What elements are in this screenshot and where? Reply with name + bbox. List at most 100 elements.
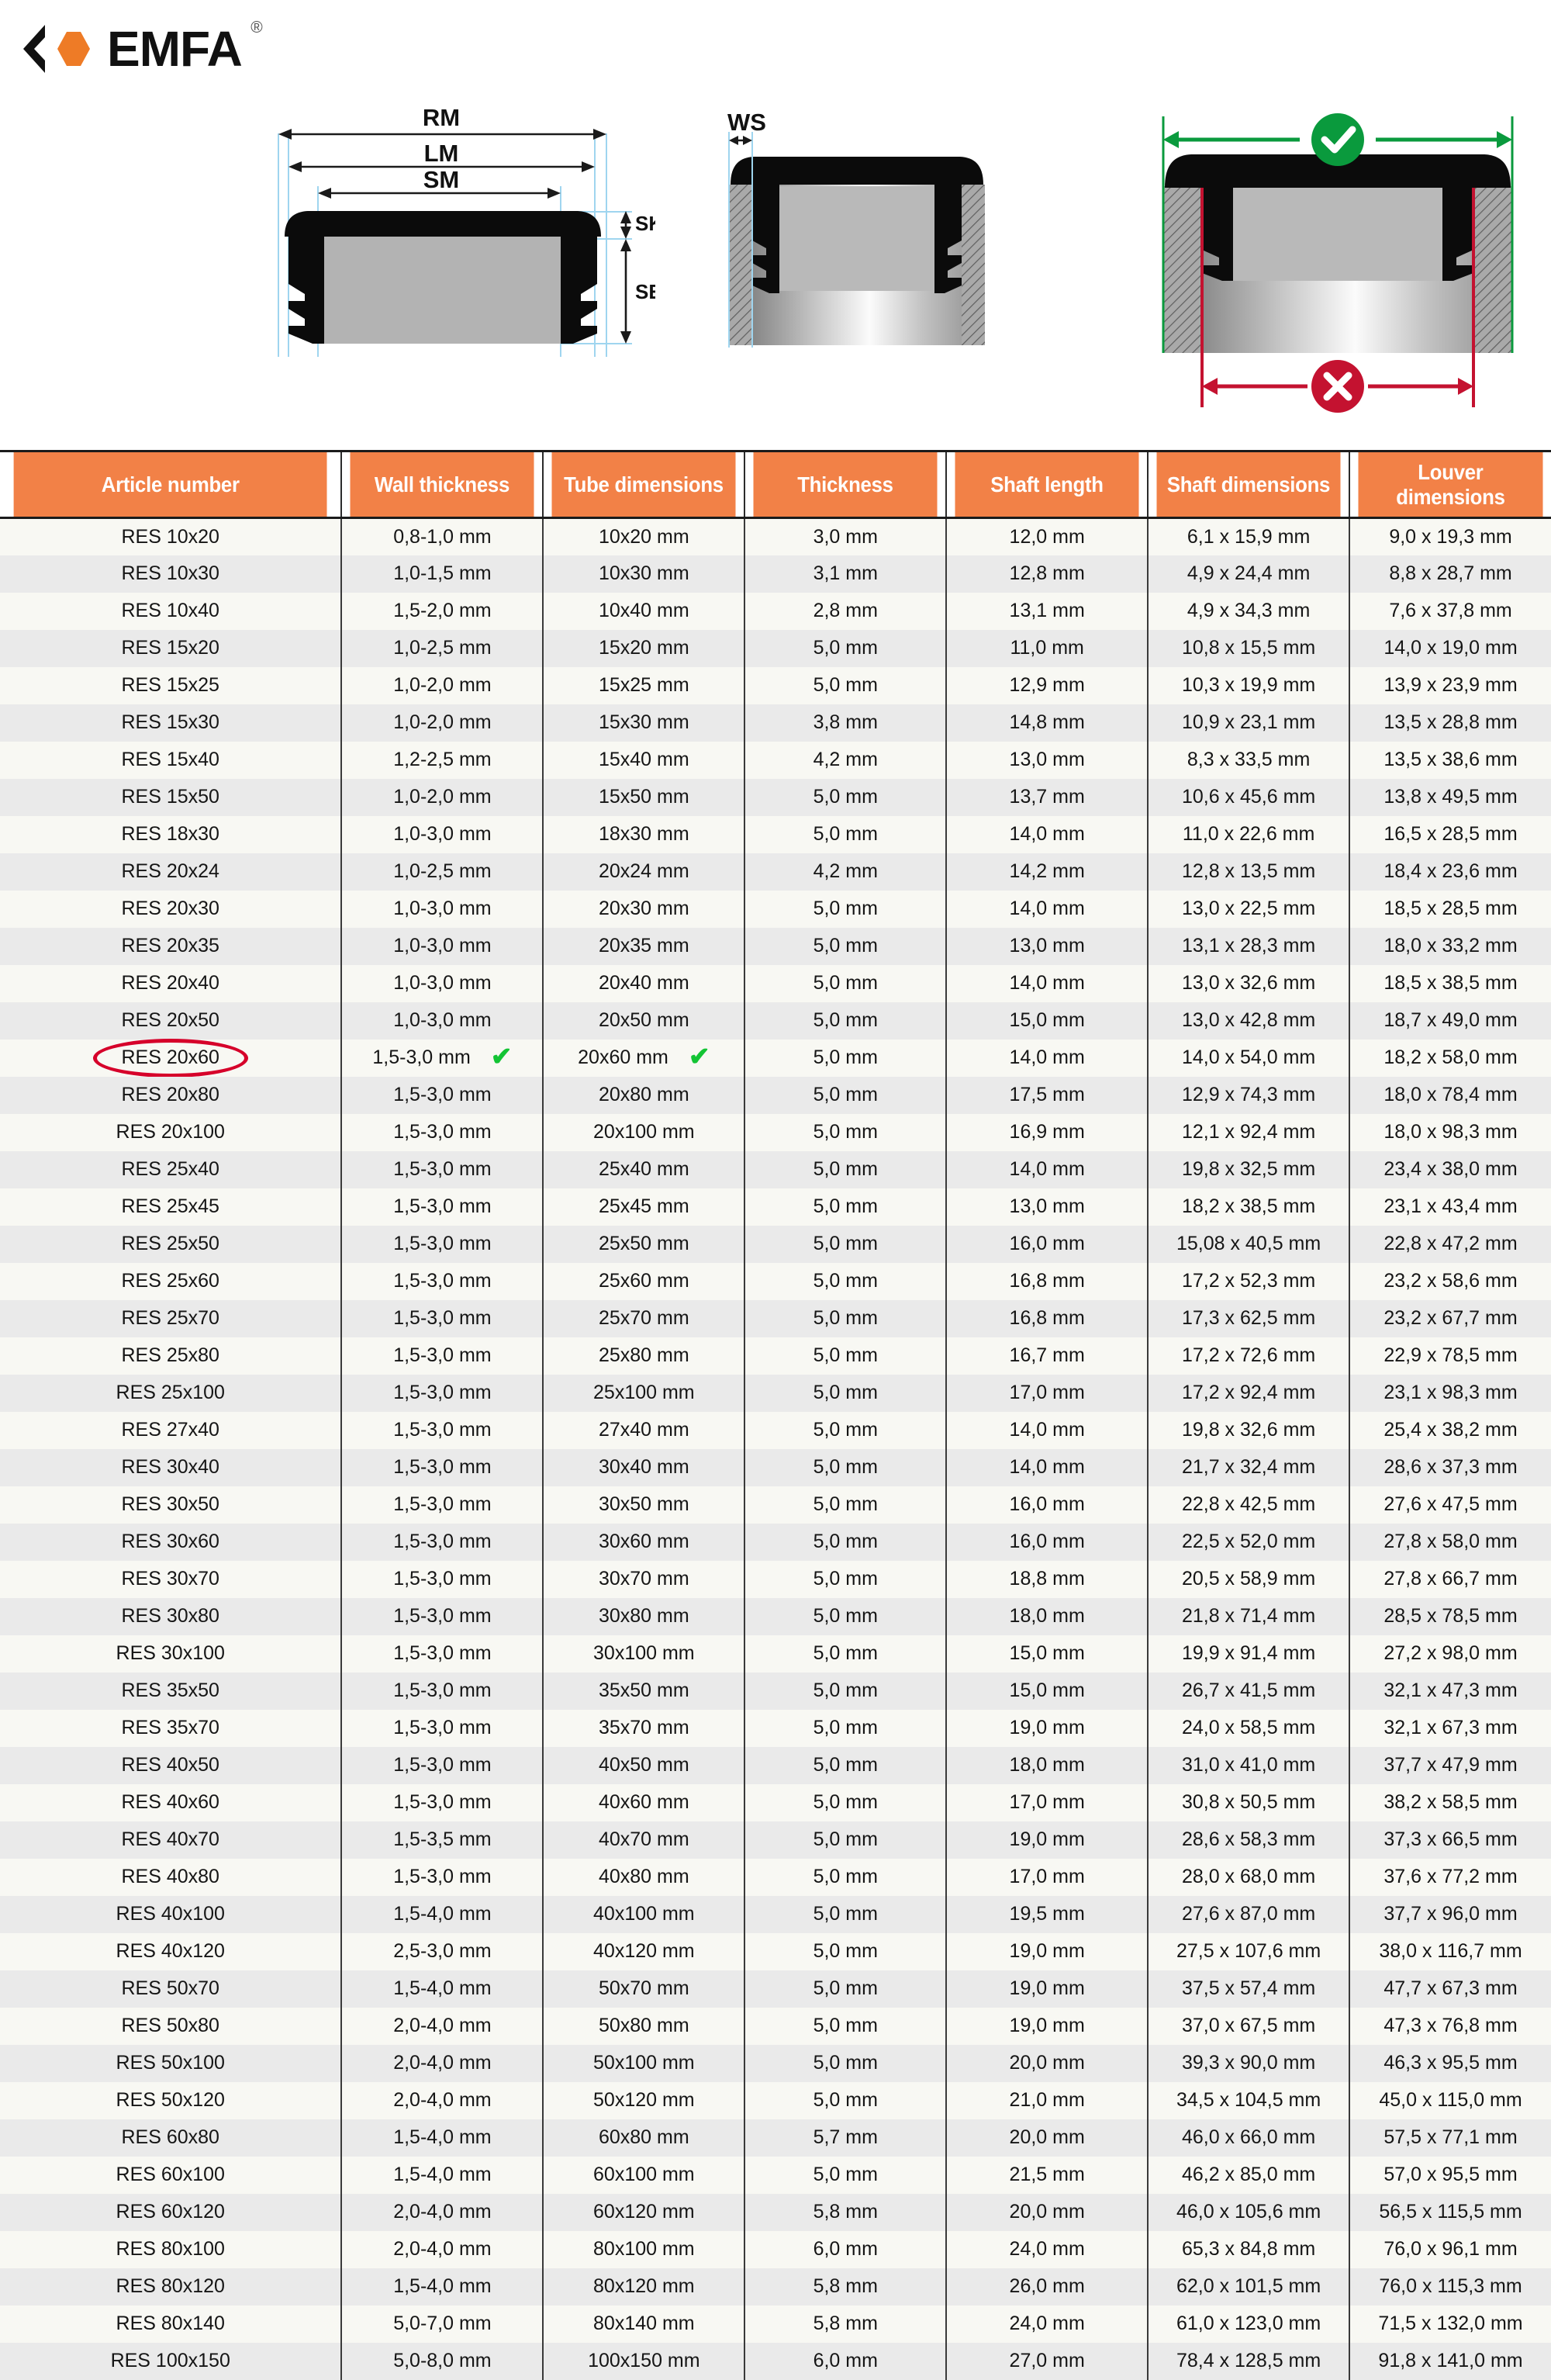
cell-article-number: RES 10x40 [0, 592, 343, 630]
cell-wall-thickness: 1,0-3,0 mm [340, 1001, 544, 1040]
cell-shaft-dimensions: 22,8 x 42,5 mm [1147, 1486, 1351, 1524]
cell-article-number: RES 50x120 [0, 2081, 343, 2119]
cell-shaft-dimensions: 10,3 x 19,9 mm [1147, 666, 1351, 704]
cell-thickness: 4,2 mm [744, 741, 948, 779]
table-row: RES 30x60 1,5-3,0 mm 30x60 mm 5,0 mm 16,0 mm… [0, 1523, 1551, 1561]
cell-shaft-length: 13,0 mm [945, 1188, 1149, 1226]
cell-louver-dimensions: 18,0 x 98,3 mm [1349, 1113, 1551, 1151]
table-row: RES 60x100 1,5-4,0 mm 60x100 mm 5,0 mm 21,5 … [0, 2156, 1551, 2194]
cell-wall-thickness: 1,0-2,0 mm [340, 666, 544, 704]
table-row: RES 80x140 5,0-7,0 mm 80x140 mm 5,8 mm 24,0 … [0, 2305, 1551, 2343]
cell-louver-dimensions: 27,8 x 58,0 mm [1349, 1523, 1551, 1561]
cell-article-number: RES 40x120 [0, 1932, 343, 1970]
cell-tube-dimensions: 30x50 mm [542, 1486, 746, 1524]
table-row: RES 40x80 1,5-3,0 mm 40x80 mm 5,0 mm 17,0 mm… [0, 1858, 1551, 1896]
cell-wall-thickness: 2,0-4,0 mm [340, 2193, 544, 2231]
cell-louver-dimensions: 23,1 x 43,4 mm [1349, 1188, 1551, 1226]
cell-article-number: RES 20x50 [0, 1001, 343, 1040]
cell-shaft-dimensions: 62,0 x 101,5 mm [1147, 2268, 1351, 2306]
cell-tube-dimensions: 15x25 mm [542, 666, 746, 704]
table-row: RES 40x70 1,5-3,5 mm 40x70 mm 5,0 mm 19,0 mm… [0, 1821, 1551, 1859]
cell-article-number: RES 25x50 [0, 1225, 343, 1263]
cell-wall-thickness: 1,0-2,0 mm [340, 704, 544, 742]
cell-wall-thickness: 2,5-3,0 mm [340, 1932, 544, 1970]
cell-article-number: RES 40x70 [0, 1821, 343, 1859]
table-row: RES 40x60 1,5-3,0 mm 40x60 mm 5,0 mm 17,0 mm… [0, 1783, 1551, 1821]
column-header-shaft-dimensions: Shaft dimensions [1155, 450, 1342, 519]
cell-louver-dimensions: 23,2 x 58,6 mm [1349, 1262, 1551, 1300]
cell-louver-dimensions: 18,7 x 49,0 mm [1349, 1001, 1551, 1040]
table-row: RES 25x50 1,5-3,0 mm 25x50 mm 5,0 mm 16,0 mm… [0, 1225, 1551, 1263]
cell-thickness: 5,0 mm [744, 1001, 948, 1040]
cell-shaft-length: 15,0 mm [945, 1635, 1149, 1673]
cell-thickness: 5,0 mm [744, 629, 948, 667]
cell-shaft-length: 12,8 mm [945, 555, 1149, 593]
cell-tube-dimensions: 30x80 mm [542, 1597, 746, 1635]
cell-wall-thickness: 1,5-3,0 mm [340, 1523, 544, 1561]
svg-text:SK: SK [635, 212, 655, 235]
table-row: RES 40x120 2,5-3,0 mm 40x120 mm 5,0 mm 19,0 … [0, 1932, 1551, 1970]
cell-shaft-dimensions: 46,0 x 66,0 mm [1147, 2119, 1351, 2157]
cell-wall-thickness: 1,5-3,0 mm ✔ [340, 1039, 544, 1077]
cell-louver-dimensions: 38,0 x 116,7 mm [1349, 1932, 1551, 1970]
cell-tube-dimensions: 60x100 mm [542, 2156, 746, 2194]
cell-louver-dimensions: 32,1 x 67,3 mm [1349, 1709, 1551, 1747]
cell-shaft-length: 24,0 mm [945, 2305, 1149, 2343]
cell-tube-dimensions: 20x80 mm [542, 1076, 746, 1114]
cell-article-number: RES 20x30 [0, 890, 343, 928]
cell-thickness: 6,0 mm [744, 2230, 948, 2268]
table-row: RES 15x30 1,0-2,0 mm 15x30 mm 3,8 mm 14,8 mm… [0, 704, 1551, 742]
cell-wall-thickness: 1,0-2,5 mm [340, 629, 544, 667]
cell-wall-thickness: 1,5-3,0 mm [340, 1486, 544, 1524]
cell-wall-thickness: 1,5-3,0 mm [340, 1299, 544, 1337]
table-row: RES 18x30 1,0-3,0 mm 18x30 mm 5,0 mm 14,0 mm… [0, 815, 1551, 853]
table-row: RES 10x40 1,5-2,0 mm 10x40 mm 2,8 mm 13,1 mm… [0, 592, 1551, 630]
cell-louver-dimensions: 37,7 x 96,0 mm [1349, 1895, 1551, 1933]
cell-shaft-dimensions: 11,0 x 22,6 mm [1147, 815, 1351, 853]
cell-article-number: RES 15x20 [0, 629, 343, 667]
table-row: RES 35x70 1,5-3,0 mm 35x70 mm 5,0 mm 19,0 mm… [0, 1709, 1551, 1747]
table-row: RES 10x30 1,0-1,5 mm 10x30 mm 3,1 mm 12,8 mm… [0, 555, 1551, 593]
cell-wall-thickness: 1,5-3,0 mm [340, 1858, 544, 1896]
cell-article-number: RES 50x70 [0, 1970, 343, 2008]
cell-shaft-dimensions: 17,3 x 62,5 mm [1147, 1299, 1351, 1337]
table-row: RES 25x40 1,5-3,0 mm 25x40 mm 5,0 mm 14,0 mm… [0, 1150, 1551, 1188]
table-row: RES 40x50 1,5-3,0 mm 40x50 mm 5,0 mm 18,0 mm… [0, 1746, 1551, 1784]
cell-thickness: 5,0 mm [744, 1932, 948, 1970]
cell-shaft-length: 14,0 mm [945, 1150, 1149, 1188]
cell-shaft-length: 19,0 mm [945, 1932, 1149, 1970]
cell-thickness: 5,0 mm [744, 1188, 948, 1226]
table-row: RES 20x100 1,5-3,0 mm 20x100 mm 5,0 mm 16,9 … [0, 1113, 1551, 1151]
cell-article-number: RES 40x50 [0, 1746, 343, 1784]
cell-shaft-dimensions: 26,7 x 41,5 mm [1147, 1672, 1351, 1710]
cell-shaft-dimensions: 78,4 x 128,5 mm [1147, 2342, 1351, 2380]
cell-thickness: 5,8 mm [744, 2193, 948, 2231]
cell-thickness: 5,8 mm [744, 2268, 948, 2306]
cell-tube-dimensions: 20x35 mm [542, 927, 746, 965]
cell-shaft-length: 13,0 mm [945, 741, 1149, 779]
cell-thickness: 5,0 mm [744, 1486, 948, 1524]
cell-thickness: 5,0 mm [744, 1597, 948, 1635]
cell-thickness: 5,0 mm [744, 2007, 948, 2045]
cell-article-number: RES 80x100 [0, 2230, 343, 2268]
cell-article-number: RES 40x80 [0, 1858, 343, 1896]
cell-shaft-dimensions: 10,8 x 15,5 mm [1147, 629, 1351, 667]
cell-shaft-length: 15,0 mm [945, 1001, 1149, 1040]
cell-tube-dimensions: 20x24 mm [542, 853, 746, 891]
cell-tube-dimensions: 35x70 mm [542, 1709, 746, 1747]
cell-shaft-length: 20,0 mm [945, 2193, 1149, 2231]
cell-thickness: 5,0 mm [744, 1783, 948, 1821]
cell-shaft-length: 14,0 mm [945, 964, 1149, 1002]
cell-thickness: 5,0 mm [744, 1448, 948, 1486]
emfa-logo-icon [22, 23, 96, 74]
cell-shaft-dimensions: 20,5 x 58,9 mm [1147, 1560, 1351, 1598]
cell-article-number: RES 25x80 [0, 1337, 343, 1375]
cell-louver-dimensions: 37,7 x 47,9 mm [1349, 1746, 1551, 1784]
table-row: RES 25x60 1,5-3,0 mm 25x60 mm 5,0 mm 16,8 mm… [0, 1262, 1551, 1300]
cell-louver-dimensions: 8,8 x 28,7 mm [1349, 555, 1551, 593]
cell-shaft-dimensions: 12,9 x 74,3 mm [1147, 1076, 1351, 1114]
cell-shaft-dimensions: 12,8 x 13,5 mm [1147, 853, 1351, 891]
cell-louver-dimensions: 37,3 x 66,5 mm [1349, 1821, 1551, 1859]
cell-thickness: 5,0 mm [744, 890, 948, 928]
cell-article-number: RES 20x60 [0, 1038, 343, 1078]
